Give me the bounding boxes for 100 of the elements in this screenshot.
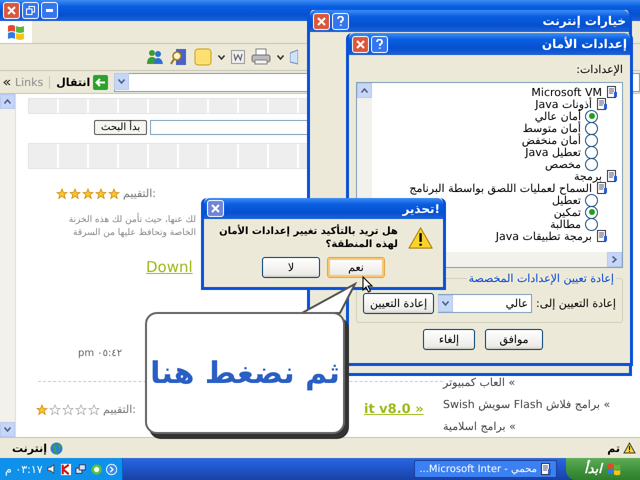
caret-icon [4, 427, 11, 432]
setting-label: أذونات Java [535, 98, 592, 110]
scrollbar[interactable] [0, 94, 16, 437]
category-link[interactable]: » العاب كمبيوتر [443, 376, 516, 389]
people-icon[interactable] [146, 48, 164, 66]
restore-button[interactable] [22, 2, 39, 19]
star-icon [69, 188, 81, 200]
globe-icon [50, 442, 64, 454]
setting-icon [596, 230, 608, 242]
flag-logo-icon [6, 23, 26, 41]
scroll-right-button[interactable] [607, 252, 622, 267]
scroll-up-button[interactable] [0, 94, 15, 109]
category-link[interactable]: » برامج اسلامية [443, 420, 516, 433]
star-icon [36, 404, 48, 416]
arrow-icon [93, 74, 108, 90]
star-icon [95, 188, 107, 200]
scroll-down-button[interactable] [0, 422, 15, 437]
star-icon [108, 188, 120, 200]
reset-button[interactable]: إعادة التعيين [363, 293, 434, 314]
expand-icon[interactable] [106, 462, 117, 476]
restore-icon [26, 6, 35, 15]
dialog-title: تحذير! [402, 202, 440, 216]
browser-icon [540, 463, 552, 475]
cancel-button[interactable]: إلغاء [423, 329, 475, 350]
taskbar-button[interactable]: محمي - Microsoft Inter... [414, 460, 557, 478]
star-icon [56, 188, 68, 200]
callout-text: ثم نضغط هنا [150, 356, 340, 390]
status-text: تم [603, 442, 640, 454]
caret-icon [277, 54, 284, 60]
radio-button[interactable] [585, 218, 598, 230]
caret-icon [118, 78, 126, 84]
close-icon [356, 40, 365, 48]
star-icon [62, 404, 74, 416]
dialog-title: خيارات إنترنت [542, 14, 626, 28]
option-label: مطالبة [550, 218, 581, 230]
minimize-button[interactable] [41, 2, 58, 19]
radio-button[interactable] [585, 206, 598, 218]
caret-icon [361, 88, 368, 93]
help-button[interactable] [371, 36, 388, 52]
go-button[interactable]: انتقال [54, 74, 110, 90]
close-icon [7, 6, 16, 15]
option-label: أمان متوسط [522, 122, 581, 134]
ok-button[interactable]: موافق [485, 329, 543, 350]
group-title: إعادة تعيين الإعدادات المخصصة [466, 272, 616, 285]
clock: ٠٣:١٧ م [5, 462, 43, 476]
setting-label: السماح لعمليات اللصق بواسطة البرنامج [409, 182, 592, 194]
description-text: لك عنها، حيث تأمن لك هذه الخزنة الخاصة وتحافظ عليها من السرقة [34, 214, 196, 240]
level-select[interactable]: عالي [438, 294, 532, 313]
warning-icon [623, 442, 636, 454]
setting-icon [596, 98, 608, 110]
close-button[interactable] [352, 36, 369, 52]
radio-button[interactable] [585, 122, 598, 134]
setting-label: برمجة [574, 170, 602, 182]
radio-button[interactable] [585, 146, 598, 158]
setting-icon [606, 86, 618, 98]
star-icon [82, 188, 94, 200]
start-button[interactable]: ابدأ [566, 458, 640, 480]
close-button[interactable] [207, 200, 224, 217]
dropdown-button[interactable] [114, 72, 130, 90]
option-label: تمكين [554, 206, 581, 218]
option-label: تعطيل [552, 194, 581, 206]
close-button[interactable] [313, 12, 330, 30]
category-link[interactable]: » برامج فلاش Flash سويش Swish [443, 398, 610, 411]
field-label: إعادة التعيين إلى: [536, 297, 616, 310]
close-icon [317, 16, 326, 26]
caret-icon [4, 99, 11, 104]
close-button[interactable] [3, 2, 20, 19]
option-label: أمان عالي [534, 110, 581, 122]
network-icon[interactable] [75, 462, 87, 476]
warning-icon [408, 226, 433, 250]
caret-icon [442, 300, 450, 306]
settings-label: الإعدادات: [575, 63, 623, 76]
close-icon [211, 204, 220, 213]
minimize-icon [46, 9, 53, 12]
radio-button[interactable] [585, 194, 598, 206]
setting-icon [606, 170, 618, 182]
speaker-icon[interactable] [46, 463, 57, 475]
star-icon [75, 404, 87, 416]
star-icon [49, 404, 61, 416]
search-button[interactable]: بدأ البحث [94, 120, 148, 135]
document-icon[interactable] [231, 50, 245, 64]
rating-label: التقييم: [123, 187, 156, 200]
radio-button[interactable] [585, 110, 598, 122]
radio-button[interactable] [585, 134, 598, 146]
chevron-icon[interactable] [3, 78, 11, 86]
magnifier-icon[interactable] [170, 48, 188, 66]
dropdown-button[interactable] [438, 294, 454, 312]
option-label: مخصص [544, 158, 581, 170]
post-time: pm ٠٥:٤٢ [78, 348, 122, 359]
scroll-up-button[interactable] [357, 83, 372, 98]
help-icon [337, 16, 344, 26]
setting-label: برمجة تطبيقات Java [496, 230, 592, 242]
flag-logo-icon [606, 462, 622, 476]
printer-icon[interactable] [251, 48, 271, 66]
yes-button[interactable]: نعم [327, 257, 385, 278]
star-icon [88, 404, 100, 416]
option-label: تعطيل Java [525, 146, 581, 158]
help-button[interactable] [332, 12, 349, 30]
no-button[interactable]: لا [262, 257, 320, 278]
radio-button[interactable] [585, 158, 598, 170]
